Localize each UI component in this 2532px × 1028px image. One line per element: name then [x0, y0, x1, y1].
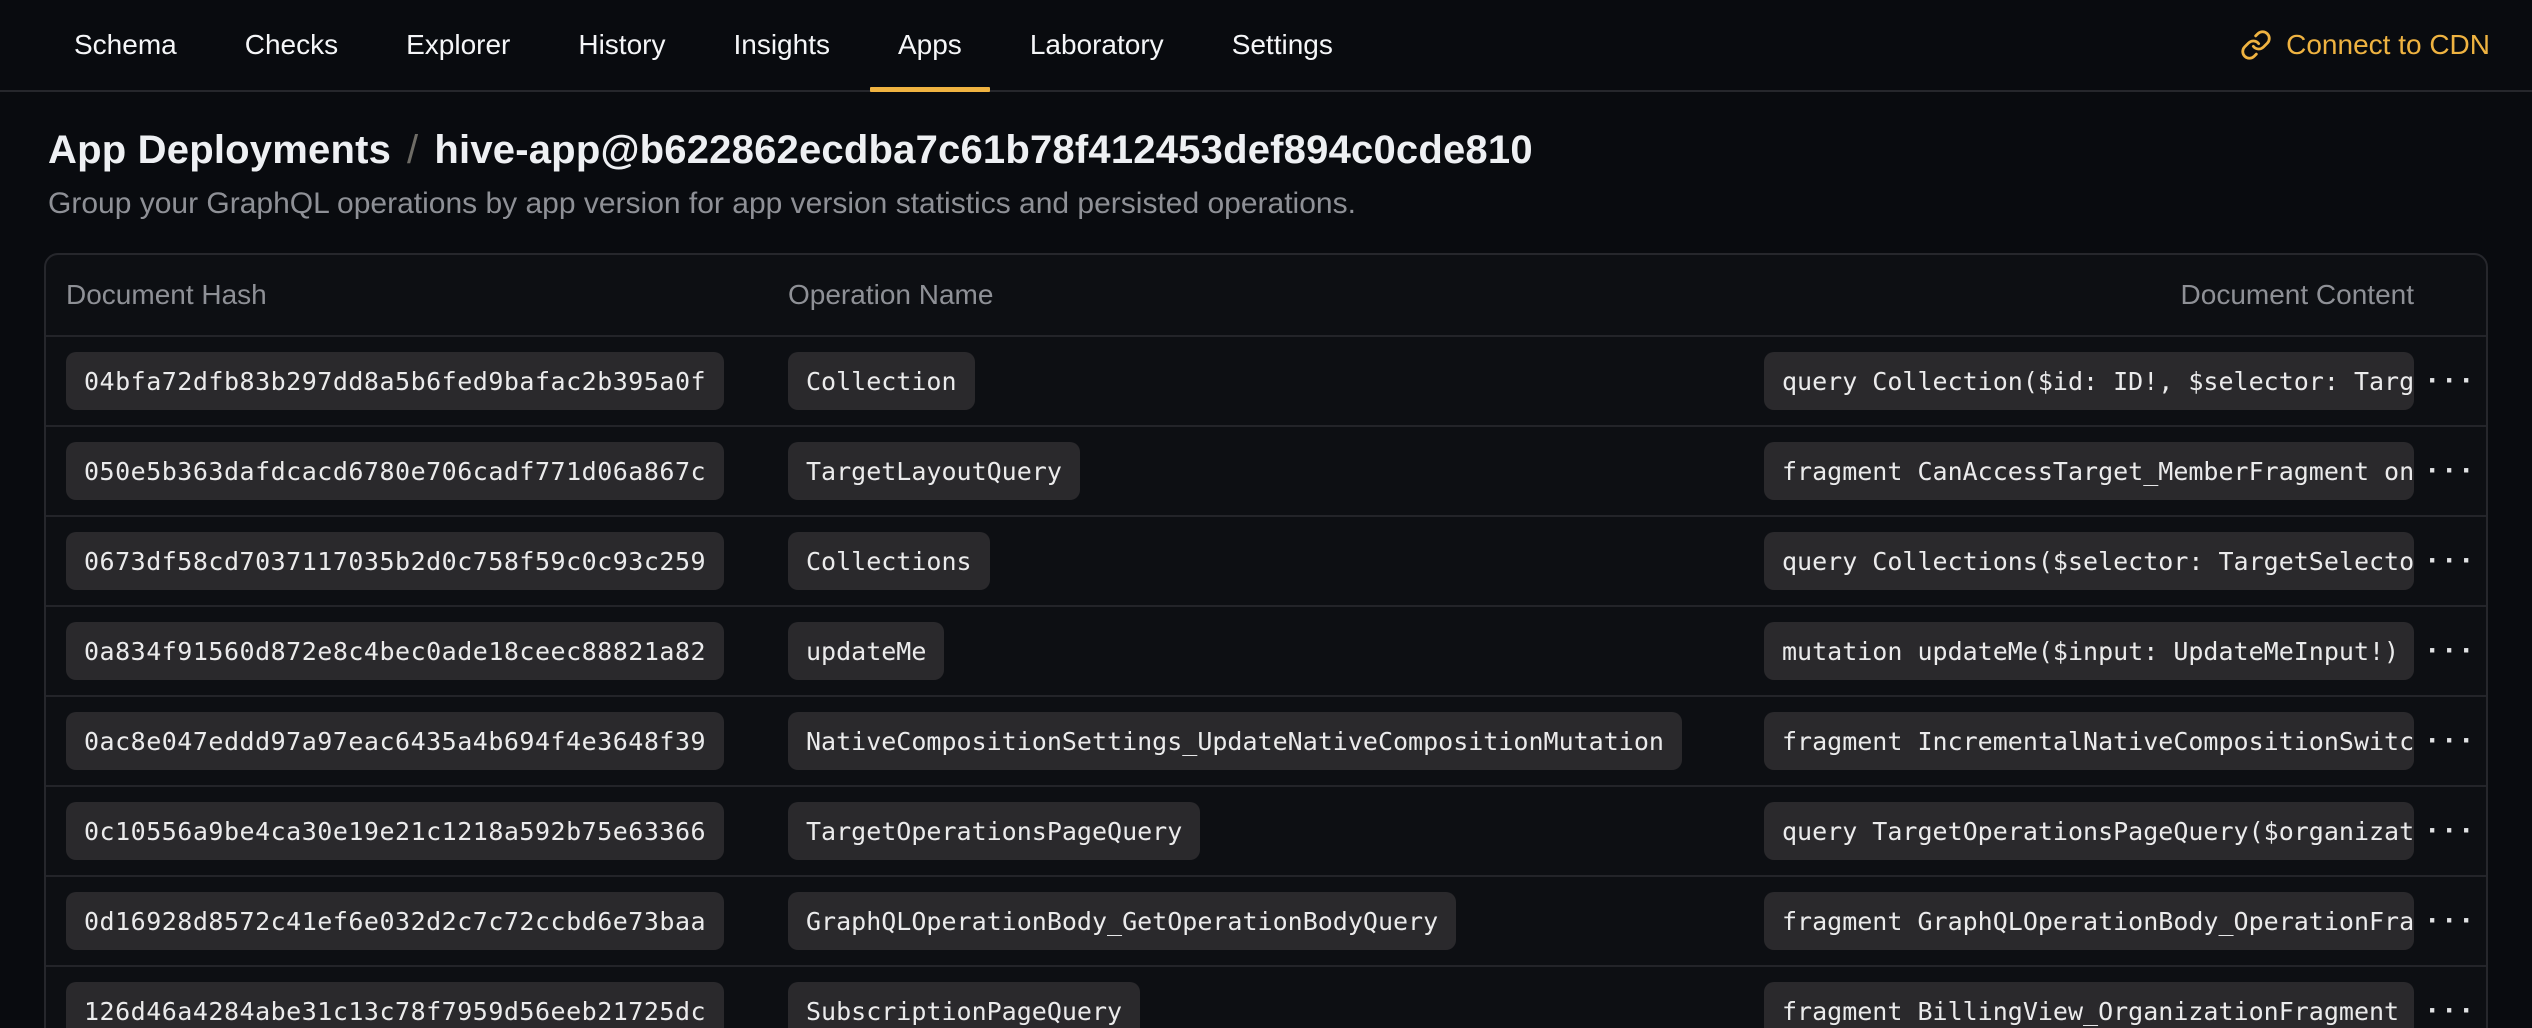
operation-name-badge: TargetOperationsPageQuery	[788, 802, 1200, 860]
document-content-badge: fragment IncrementalNativeCompositionSwi…	[1764, 712, 2414, 770]
deployments-table: Document Hash Operation Name Document Co…	[44, 253, 2488, 1028]
breadcrumb-section: App Deployments	[48, 128, 391, 172]
table-row: 04bfa72dfb83b297dd8a5b6fed9bafac2b395a0f…	[46, 335, 2486, 425]
page-title: App Deployments/hive-app@b622862ecdba7c6…	[44, 128, 2488, 173]
connect-to-cdn-label: Connect to CDN	[2286, 29, 2490, 61]
column-header-document-content: Document Content	[2181, 279, 2414, 311]
app-deployments-page: App Deployments/hive-app@b622862ecdba7c6…	[0, 92, 2532, 1028]
nav-tabs: SchemaChecksExplorerHistoryInsightsAppsL…	[46, 0, 1361, 90]
row-menu-button[interactable]: ···	[2411, 810, 2488, 852]
table-row: 126d46a4284abe31c13c78f7959d56eeb21725dc…	[46, 965, 2486, 1028]
operation-name-badge: SubscriptionPageQuery	[788, 982, 1140, 1028]
document-hash-badge: 04bfa72dfb83b297dd8a5b6fed9bafac2b395a0f	[66, 352, 724, 410]
table-row: 0c10556a9be4ca30e19e21c1218a592b75e63366…	[46, 785, 2486, 875]
column-header-document-hash: Document Hash	[46, 279, 788, 311]
tab-schema[interactable]: Schema	[46, 0, 205, 90]
column-header-operation-name: Operation Name	[788, 279, 1764, 311]
document-content-badge: fragment GraphQLOperationBody_OperationF…	[1764, 892, 2414, 950]
tab-settings[interactable]: Settings	[1204, 0, 1361, 90]
row-menu-button[interactable]: ···	[2411, 720, 2488, 762]
document-content-badge: fragment CanAccessTarget_MemberFragment …	[1764, 442, 2414, 500]
connect-to-cdn-link[interactable]: Connect to CDN	[2240, 0, 2490, 90]
table-row: 0a834f91560d872e8c4bec0ade18ceec88821a82…	[46, 605, 2486, 695]
operation-name-badge: NativeCompositionSettings_UpdateNativeCo…	[788, 712, 1682, 770]
table-row: 0673df58cd7037117035b2d0c758f59c0c93c259…	[46, 515, 2486, 605]
operation-name-badge: Collection	[788, 352, 975, 410]
row-menu-button[interactable]: ···	[2411, 630, 2488, 672]
document-hash-badge: 0673df58cd7037117035b2d0c758f59c0c93c259	[66, 532, 724, 590]
tab-apps[interactable]: Apps	[870, 0, 990, 90]
document-hash-badge: 126d46a4284abe31c13c78f7959d56eeb21725dc	[66, 982, 724, 1028]
operation-name-badge: GraphQLOperationBody_GetOperationBodyQue…	[788, 892, 1456, 950]
document-content-badge: query TargetOperationsPageQuery($organiz…	[1764, 802, 2414, 860]
tab-explorer[interactable]: Explorer	[378, 0, 538, 90]
breadcrumb-app-id: hive-app@b622862ecdba7c61b78f412453def89…	[434, 128, 1532, 172]
document-content-badge: mutation updateMe($input: UpdateMeInput!…	[1764, 622, 2414, 680]
document-hash-badge: 0c10556a9be4ca30e19e21c1218a592b75e63366	[66, 802, 724, 860]
top-nav: SchemaChecksExplorerHistoryInsightsAppsL…	[0, 0, 2532, 92]
document-content-badge: query Collection($id: ID!, $selector: Ta…	[1764, 352, 2414, 410]
document-hash-badge: 0d16928d8572c41ef6e032d2c7c72ccbd6e73baa	[66, 892, 724, 950]
document-hash-badge: 050e5b363dafdcacd6780e706cadf771d06a867c	[66, 442, 724, 500]
row-menu-button[interactable]: ···	[2411, 450, 2488, 492]
document-hash-badge: 0ac8e047eddd97a97eac6435a4b694f4e3648f39	[66, 712, 724, 770]
operation-name-badge: updateMe	[788, 622, 944, 680]
table-body: 04bfa72dfb83b297dd8a5b6fed9bafac2b395a0f…	[46, 335, 2486, 1028]
table-row: 0ac8e047eddd97a97eac6435a4b694f4e3648f39…	[46, 695, 2486, 785]
table-header: Document Hash Operation Name Document Co…	[46, 255, 2486, 335]
table-row: 050e5b363dafdcacd6780e706cadf771d06a867c…	[46, 425, 2486, 515]
breadcrumb-separator: /	[391, 128, 434, 172]
row-menu-button[interactable]: ···	[2411, 540, 2488, 582]
document-content-badge: fragment BillingView_OrganizationFragmen…	[1764, 982, 2414, 1028]
document-content-badge: query Collections($selector: TargetSelec…	[1764, 532, 2414, 590]
page-subtitle: Group your GraphQL operations by app ver…	[44, 187, 2488, 221]
tab-insights[interactable]: Insights	[705, 0, 858, 90]
row-menu-button[interactable]: ···	[2411, 360, 2488, 402]
row-menu-button[interactable]: ···	[2411, 990, 2488, 1028]
tab-history[interactable]: History	[550, 0, 693, 90]
tab-checks[interactable]: Checks	[217, 0, 366, 90]
operation-name-badge: TargetLayoutQuery	[788, 442, 1080, 500]
operation-name-badge: Collections	[788, 532, 990, 590]
row-menu-button[interactable]: ···	[2411, 900, 2488, 942]
table-row: 0d16928d8572c41ef6e032d2c7c72ccbd6e73baa…	[46, 875, 2486, 965]
link-icon	[2240, 29, 2272, 61]
document-hash-badge: 0a834f91560d872e8c4bec0ade18ceec88821a82	[66, 622, 724, 680]
tab-laboratory[interactable]: Laboratory	[1002, 0, 1192, 90]
